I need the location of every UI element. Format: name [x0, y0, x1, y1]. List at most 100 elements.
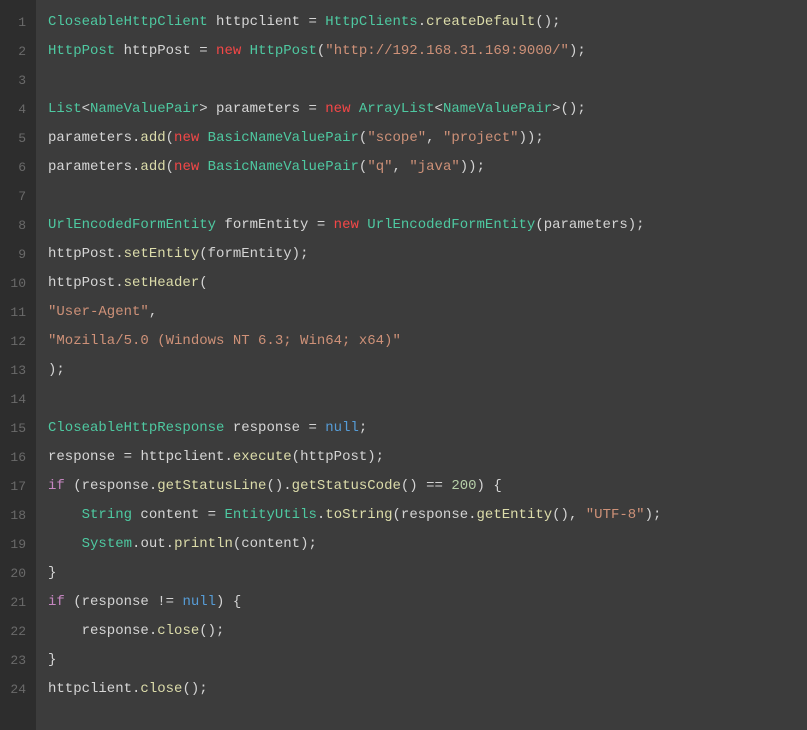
code-line: httpPost.setHeader( — [48, 269, 795, 298]
token-punct: ; — [359, 420, 367, 436]
line-number: 3 — [6, 66, 26, 95]
token-default: httpPost — [48, 275, 115, 291]
line-number: 9 — [6, 240, 26, 269]
line-number: 8 — [6, 211, 26, 240]
token-method: toString — [325, 507, 392, 523]
code-area[interactable]: CloseableHttpClient httpclient = HttpCli… — [36, 0, 807, 730]
token-default — [65, 478, 73, 494]
token-punct: , — [393, 159, 410, 175]
token-default — [199, 159, 207, 175]
token-punct: ); — [48, 362, 65, 378]
code-line: response.close(); — [48, 617, 795, 646]
token-null: null — [325, 420, 359, 436]
token-punct: (), — [552, 507, 586, 523]
token-type: HttpPost — [250, 43, 317, 59]
token-default: httpPost — [115, 43, 199, 59]
token-default: parameters — [216, 101, 308, 117]
token-type: System — [82, 536, 132, 552]
token-punct: ) { — [216, 594, 241, 610]
line-number: 2 — [6, 37, 26, 66]
code-line — [48, 385, 795, 414]
code-line — [48, 66, 795, 95]
token-punct: (). — [266, 478, 291, 494]
token-punct: >(); — [552, 101, 586, 117]
token-method: close — [157, 623, 199, 639]
line-number: 14 — [6, 385, 26, 414]
line-number: 5 — [6, 124, 26, 153]
token-default: formEntity — [216, 217, 317, 233]
token-default — [48, 536, 82, 552]
token-punct: )); — [460, 159, 485, 175]
token-punct: . — [115, 246, 123, 262]
code-line: UrlEncodedFormEntity formEntity = new Ur… — [48, 211, 795, 240]
line-number: 23 — [6, 646, 26, 675]
token-punct: } — [48, 565, 56, 581]
token-punct: (); — [199, 623, 224, 639]
token-punct: (response != — [73, 594, 182, 610]
token-type: BasicNameValuePair — [208, 130, 359, 146]
token-punct: ( — [199, 275, 207, 291]
token-punct: = — [317, 217, 334, 233]
line-number: 11 — [6, 298, 26, 327]
token-method: getStatusCode — [292, 478, 401, 494]
code-line: "User-Agent", — [48, 298, 795, 327]
token-default — [48, 507, 82, 523]
line-number: 21 — [6, 588, 26, 617]
token-number: 200 — [451, 478, 476, 494]
token-default — [351, 101, 359, 117]
token-method: getStatusLine — [157, 478, 266, 494]
token-type: NameValuePair — [443, 101, 552, 117]
token-type: UrlEncodedFormEntity — [48, 217, 216, 233]
token-punct: (); — [535, 14, 560, 30]
token-string: "project" — [443, 130, 519, 146]
token-method: setHeader — [124, 275, 200, 291]
code-line: } — [48, 646, 795, 675]
token-punct: < — [82, 101, 90, 117]
token-default: response — [224, 420, 308, 436]
token-punct: . — [149, 623, 157, 639]
token-keyword: if — [48, 594, 65, 610]
token-string: "Mozilla/5.0 (Windows NT 6.3; Win64; x64… — [48, 333, 401, 349]
line-number: 20 — [6, 559, 26, 588]
token-default: out — [140, 536, 165, 552]
line-number: 12 — [6, 327, 26, 356]
token-type: EntityUtils — [224, 507, 316, 523]
token-punct: (content); — [233, 536, 317, 552]
token-default: response — [48, 449, 124, 465]
token-string: "scope" — [367, 130, 426, 146]
token-punct: (parameters); — [535, 217, 644, 233]
code-line — [48, 182, 795, 211]
token-punct: < — [435, 101, 443, 117]
token-punct: = — [208, 507, 225, 523]
token-method: execute — [233, 449, 292, 465]
code-line: String content = EntityUtils.toString(re… — [48, 501, 795, 530]
token-type: NameValuePair — [90, 101, 199, 117]
line-number: 7 — [6, 182, 26, 211]
token-method: println — [174, 536, 233, 552]
code-line: httpclient.close(); — [48, 675, 795, 704]
token-punct: )); — [519, 130, 544, 146]
token-method: add — [140, 159, 165, 175]
token-punct: . — [166, 536, 174, 552]
token-default: httpclient — [208, 14, 309, 30]
code-line: CloseableHttpResponse response = null; — [48, 414, 795, 443]
code-line: response = httpclient.execute(httpPost); — [48, 443, 795, 472]
token-type: CloseableHttpClient — [48, 14, 208, 30]
code-line: CloseableHttpClient httpclient = HttpCli… — [48, 8, 795, 37]
token-type: String — [82, 507, 132, 523]
code-line: "Mozilla/5.0 (Windows NT 6.3; Win64; x64… — [48, 327, 795, 356]
code-line: httpPost.setEntity(formEntity); — [48, 240, 795, 269]
code-editor: 123456789101112131415161718192021222324 … — [0, 0, 807, 730]
code-line: parameters.add(new BasicNameValuePair("q… — [48, 153, 795, 182]
token-punct: } — [48, 652, 56, 668]
token-punct: (formEntity); — [199, 246, 308, 262]
token-punct: = — [308, 420, 325, 436]
token-method: getEntity — [477, 507, 553, 523]
token-method: add — [140, 130, 165, 146]
token-punct: ); — [569, 43, 586, 59]
token-punct: . — [115, 275, 123, 291]
line-number: 22 — [6, 617, 26, 646]
line-number: 4 — [6, 95, 26, 124]
token-string: "java" — [409, 159, 459, 175]
token-punct: (response. — [73, 478, 157, 494]
